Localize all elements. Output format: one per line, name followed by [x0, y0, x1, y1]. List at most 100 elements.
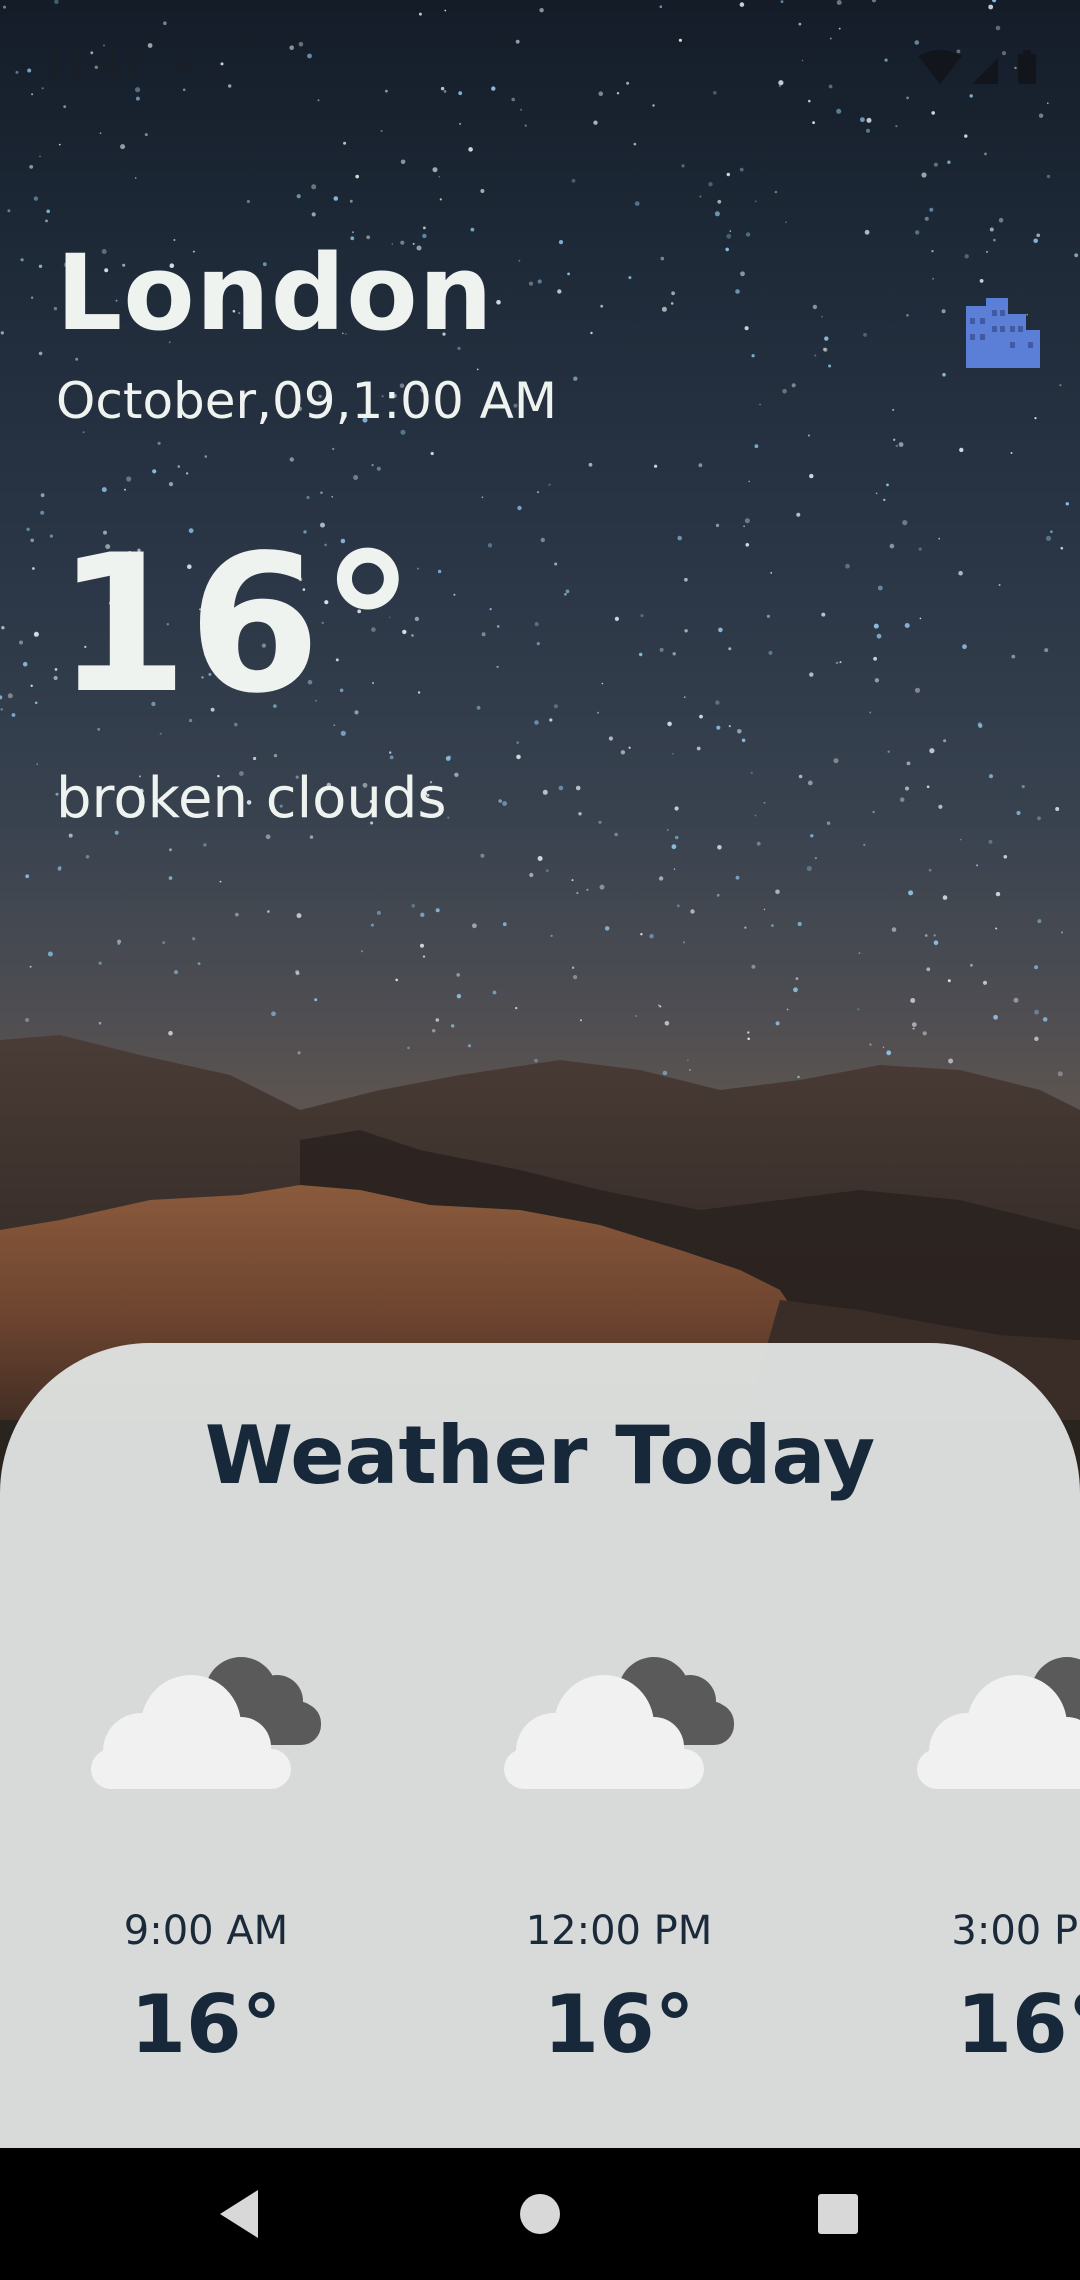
star — [985, 250, 989, 253]
star — [763, 908, 766, 911]
star — [152, 469, 157, 474]
forecast-item[interactable]: 3:00 PM 16° — [882, 1643, 1080, 2083]
star — [1037, 919, 1042, 924]
star — [690, 909, 695, 914]
star — [833, 758, 839, 764]
forecast-item[interactable]: 12:00 PM 16° — [469, 1643, 769, 2083]
star — [437, 569, 442, 574]
star — [311, 212, 316, 217]
star — [750, 771, 753, 775]
star — [671, 844, 677, 850]
star — [770, 572, 773, 574]
hourly-forecast-list[interactable]: 9:00 AM 16° 12:00 PM 16° 3:00 P 16 — [0, 1643, 1080, 2083]
star — [666, 828, 669, 832]
star — [376, 466, 381, 471]
star — [964, 254, 969, 259]
star — [874, 678, 880, 683]
star — [33, 196, 39, 201]
star — [892, 408, 895, 411]
star — [858, 952, 861, 954]
star — [899, 797, 905, 802]
star — [938, 804, 943, 809]
star — [932, 277, 935, 280]
home-icon[interactable] — [510, 2184, 570, 2244]
star — [714, 211, 720, 217]
star — [745, 543, 750, 547]
star — [537, 491, 539, 494]
star — [1003, 855, 1008, 859]
star — [411, 904, 416, 908]
star — [904, 623, 910, 628]
star — [557, 289, 562, 294]
star — [36, 763, 39, 766]
star — [754, 200, 757, 203]
battery-icon — [1018, 50, 1036, 84]
star — [809, 672, 814, 677]
star — [684, 577, 688, 582]
star — [1037, 816, 1041, 821]
star — [0, 331, 4, 335]
forecast-time: 9:00 AM — [123, 1908, 289, 1954]
star — [454, 772, 459, 777]
broken-clouds-icon — [504, 1657, 734, 1789]
star — [185, 472, 189, 475]
star — [534, 622, 539, 627]
star — [798, 774, 803, 779]
star — [964, 134, 968, 138]
star — [30, 296, 34, 299]
wifi-icon — [918, 50, 962, 84]
star — [534, 720, 539, 725]
star — [754, 444, 759, 449]
broken-clouds-icon — [91, 1657, 321, 1789]
star — [578, 812, 582, 816]
star — [400, 159, 406, 165]
star — [716, 725, 721, 730]
star — [670, 302, 674, 305]
star — [376, 910, 381, 915]
star — [699, 714, 703, 719]
star — [1059, 384, 1062, 387]
star — [998, 217, 1004, 223]
star — [696, 746, 701, 751]
star — [682, 941, 685, 944]
forecast-temp: 16° — [130, 1978, 282, 2071]
star — [370, 923, 374, 927]
recents-icon[interactable] — [808, 2184, 868, 2244]
forecast-item[interactable]: 9:00 AM 16° — [56, 1643, 356, 2083]
star — [75, 357, 79, 361]
star — [928, 868, 932, 872]
star — [869, 711, 871, 714]
back-icon[interactable] — [210, 2184, 270, 2244]
star — [640, 614, 644, 618]
star — [716, 893, 720, 897]
star — [807, 434, 810, 437]
star — [265, 834, 271, 840]
star — [219, 880, 222, 883]
star — [914, 687, 921, 693]
star — [728, 647, 732, 651]
star — [295, 970, 300, 974]
city-buildings-icon[interactable] — [952, 292, 1042, 370]
star — [929, 748, 935, 754]
star — [157, 441, 161, 445]
star — [717, 199, 722, 204]
star — [549, 718, 553, 722]
star — [168, 482, 174, 487]
star — [601, 682, 604, 685]
star — [1, 626, 5, 630]
star — [921, 172, 927, 178]
star — [684, 629, 688, 633]
star — [192, 937, 196, 941]
star — [883, 498, 886, 502]
star — [785, 221, 787, 223]
star — [873, 623, 879, 629]
star — [57, 866, 62, 871]
star — [828, 364, 832, 368]
star — [863, 333, 867, 337]
star — [614, 616, 620, 622]
star — [177, 465, 181, 468]
star — [564, 593, 567, 596]
star — [598, 820, 602, 824]
star — [468, 147, 473, 152]
star — [554, 562, 558, 566]
